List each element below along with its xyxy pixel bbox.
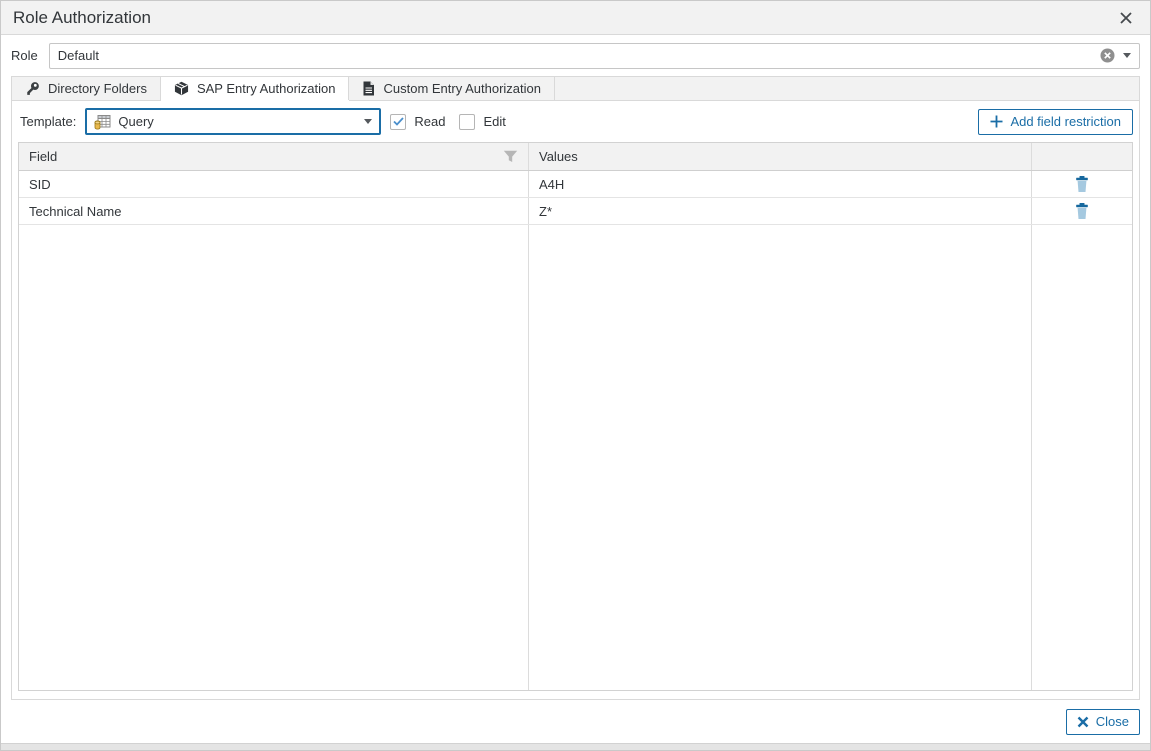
add-field-restriction-label: Add field restriction [1010, 114, 1121, 129]
role-combobox[interactable]: Default [49, 43, 1140, 69]
cell-field: Technical Name [19, 198, 529, 224]
trash-icon [1074, 175, 1090, 193]
add-field-restriction-button[interactable]: Add field restriction [978, 109, 1133, 135]
empty-values-column [529, 225, 1032, 690]
tab-label: Directory Folders [48, 81, 147, 96]
filter-icon[interactable] [503, 150, 518, 163]
dialog-titlebar: Role Authorization [1, 1, 1150, 35]
clear-icon [1100, 48, 1115, 63]
tab-sap-entry-authorization[interactable]: SAP Entry Authorization [161, 77, 350, 100]
checkmark-icon [393, 117, 404, 126]
table-row[interactable]: SID A4H [19, 171, 1132, 198]
edit-checkbox[interactable] [459, 114, 475, 130]
table-empty-area [19, 225, 1132, 690]
column-header-label: Field [29, 149, 57, 164]
tab-directory-folders[interactable]: Directory Folders [12, 77, 161, 100]
close-button-label: Close [1096, 714, 1129, 729]
sap-entry-authorization-panel: Template: Query Read [11, 101, 1140, 700]
cell-field: SID [19, 171, 529, 197]
template-label: Template: [20, 114, 76, 129]
cell-actions [1032, 198, 1132, 224]
cell-values: A4H [529, 171, 1032, 197]
plus-icon [990, 115, 1003, 128]
cell-actions [1032, 171, 1132, 197]
delete-row-button[interactable] [1071, 173, 1093, 195]
dialog-close-button[interactable] [1114, 6, 1138, 30]
query-icon [94, 114, 111, 130]
document-icon [362, 81, 375, 96]
column-header-actions [1032, 143, 1132, 170]
empty-field-column [19, 225, 529, 690]
role-authorization-dialog: Role Authorization Role Default [0, 0, 1151, 751]
tab-custom-entry-authorization[interactable]: Custom Entry Authorization [349, 77, 555, 100]
role-row: Role Default [1, 35, 1150, 76]
close-icon [1119, 11, 1133, 25]
template-select[interactable]: Query [85, 108, 381, 135]
column-header-field[interactable]: Field [19, 143, 529, 170]
key-icon [25, 81, 40, 96]
tab-label: SAP Entry Authorization [197, 81, 336, 96]
read-checkbox-label[interactable]: Read [414, 114, 445, 129]
read-checkbox[interactable] [390, 114, 406, 130]
table-row[interactable]: Technical Name Z* [19, 198, 1132, 225]
column-header-label: Values [539, 149, 578, 164]
package-icon [174, 81, 189, 96]
close-x-icon [1077, 716, 1089, 728]
delete-row-button[interactable] [1071, 200, 1093, 222]
role-combobox-value: Default [58, 48, 1092, 63]
tab-strip: Directory Folders SAP Entry Authorizatio… [11, 76, 1140, 101]
edit-checkbox-label[interactable]: Edit [483, 114, 505, 129]
role-dropdown-arrow-icon[interactable] [1123, 53, 1131, 58]
empty-actions-column [1032, 225, 1132, 690]
table-header-row: Field Values [19, 143, 1132, 171]
trash-icon [1074, 202, 1090, 220]
dialog-bottom-edge [1, 743, 1150, 750]
permission-checkboxes: Read Edit [390, 114, 511, 130]
template-dropdown-arrow-icon [364, 119, 372, 124]
tab-label: Custom Entry Authorization [383, 81, 541, 96]
dialog-title: Role Authorization [13, 8, 1114, 28]
template-select-value: Query [118, 114, 357, 129]
dialog-footer: Close [1, 700, 1150, 743]
role-label: Role [11, 48, 38, 63]
close-button[interactable]: Close [1066, 709, 1140, 735]
column-header-values[interactable]: Values [529, 143, 1032, 170]
field-restrictions-table: Field Values SID A4H [18, 142, 1133, 691]
template-toolbar: Template: Query Read [12, 101, 1139, 142]
cell-values: Z* [529, 198, 1032, 224]
clear-role-button[interactable] [1100, 48, 1115, 63]
